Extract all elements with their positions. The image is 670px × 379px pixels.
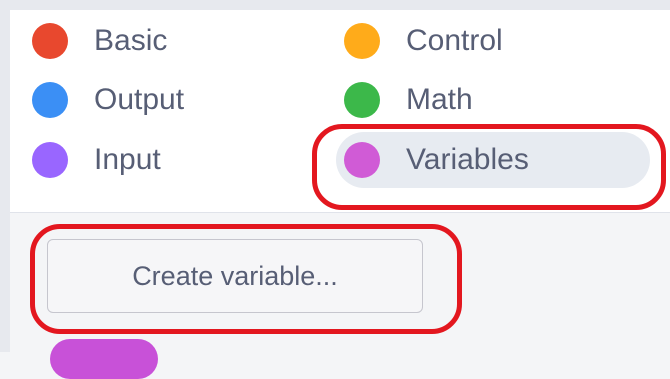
basic-color-dot-icon bbox=[32, 23, 68, 59]
category-variables[interactable]: Variables bbox=[336, 132, 650, 188]
variable-block[interactable] bbox=[50, 339, 158, 379]
category-label-variables: Variables bbox=[406, 143, 529, 176]
category-label-basic: Basic bbox=[94, 24, 168, 57]
category-label-math: Math bbox=[406, 83, 473, 116]
category-control[interactable]: Control bbox=[344, 13, 624, 69]
input-color-dot-icon bbox=[32, 142, 68, 178]
variables-color-dot-icon bbox=[344, 142, 380, 178]
category-output[interactable]: Output bbox=[32, 72, 272, 128]
left-border bbox=[0, 0, 10, 352]
category-input[interactable]: Input bbox=[32, 132, 272, 188]
output-color-dot-icon bbox=[32, 82, 68, 118]
blocks-flyout: Create variable... bbox=[10, 213, 670, 379]
category-label-output: Output bbox=[94, 83, 185, 116]
category-label-input: Input bbox=[94, 143, 161, 176]
top-border bbox=[0, 0, 670, 10]
category-menu: Basic Control Output Math Input Variable… bbox=[10, 10, 670, 213]
category-math[interactable]: Math bbox=[344, 72, 624, 128]
category-basic[interactable]: Basic bbox=[32, 13, 272, 69]
category-label-control: Control bbox=[406, 24, 503, 57]
math-color-dot-icon bbox=[344, 82, 380, 118]
control-color-dot-icon bbox=[344, 23, 380, 59]
create-variable-button[interactable]: Create variable... bbox=[47, 239, 423, 313]
